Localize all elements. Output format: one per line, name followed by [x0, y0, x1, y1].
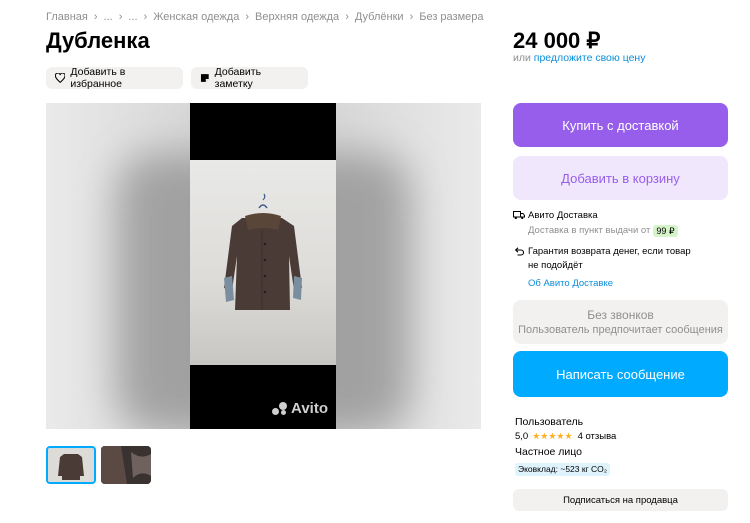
rating-value: 5,0: [515, 431, 529, 442]
add-note-button[interactable]: Добавить заметку: [191, 66, 308, 90]
add-note-label: Добавить заметку: [214, 66, 262, 90]
add-to-favorites-button[interactable]: Добавить в избранное: [46, 66, 183, 90]
write-message-button[interactable]: Написать сообщение: [513, 351, 728, 397]
truck-icon: [513, 211, 525, 220]
no-calls-title: Без звонков: [587, 308, 654, 322]
offer-price-link[interactable]: предложите свою цену: [534, 52, 646, 64]
thumbnail-image: [101, 446, 151, 484]
breadcrumb: Главная › ... › ... › Женская одежда › В…: [46, 11, 484, 23]
delivery-title: Авито Доставка: [528, 210, 598, 221]
breadcrumb-item-no-size[interactable]: Без размера: [419, 11, 483, 23]
guarantee-text-line1: Гарантия возврата денег, если товар: [528, 246, 691, 257]
breadcrumb-separator-icon: ›: [143, 11, 148, 23]
pickup-delivery-text: Доставка в пункт выдачи от: [528, 225, 651, 236]
main-photo-image: [190, 160, 336, 365]
subscribe-to-seller-button[interactable]: Подписаться на продавца: [513, 489, 728, 511]
breadcrumb-item-home[interactable]: Главная: [46, 11, 88, 23]
seller-rating[interactable]: 5,0 ★★★★★ 4 отзыва: [515, 431, 616, 442]
seller-kind: Частное лицо: [515, 446, 583, 458]
rating-stars-icon: ★★★★★: [532, 431, 573, 441]
price: 24 000 ₽: [513, 28, 601, 53]
guarantee-row: Гарантия возврата денег, если товар не п…: [513, 245, 691, 273]
delivery-title-row: Авито Доставка: [513, 210, 598, 221]
breadcrumb-separator-icon: ›: [93, 11, 98, 23]
page-title: Дубленка: [46, 28, 150, 53]
reviews-count[interactable]: 4 отзыва: [578, 431, 617, 442]
avito-watermark-text: Avito: [291, 400, 328, 417]
breadcrumb-item-womens-clothing[interactable]: Женская одежда: [153, 11, 239, 23]
seller-type[interactable]: Пользователь: [515, 416, 583, 428]
breadcrumb-separator-icon: ›: [409, 11, 414, 23]
gallery-thumbnail-2[interactable]: [101, 446, 151, 484]
guarantee-text-line2: не подойдёт: [528, 260, 583, 271]
add-to-cart-button[interactable]: Добавить в корзину: [513, 156, 728, 200]
breadcrumb-item-collapsed[interactable]: ...: [104, 11, 113, 23]
breadcrumb-separator-icon: ›: [118, 11, 123, 23]
eco-badge[interactable]: Эковклад: ~523 кг CO₂: [515, 463, 611, 476]
coat-image: [224, 193, 302, 310]
breadcrumb-separator-icon: ›: [245, 11, 249, 23]
breadcrumb-item-sheepskin-coats[interactable]: Дублёнки: [355, 11, 404, 23]
heart-icon: [55, 73, 66, 83]
thumbnail-image: [48, 448, 94, 482]
avito-logo-icon: [272, 401, 288, 416]
breadcrumb-item-collapsed[interactable]: ...: [128, 11, 137, 23]
pickup-delivery-row: Доставка в пункт выдачи от 99 ₽: [528, 225, 678, 237]
note-icon: [200, 74, 209, 82]
about-delivery-link[interactable]: Об Авито Доставке: [528, 278, 613, 289]
avito-watermark: Avito: [272, 400, 328, 417]
buy-with-delivery-button[interactable]: Купить с доставкой: [513, 103, 728, 147]
main-photo[interactable]: Avito: [190, 103, 336, 429]
offer-prefix: или: [513, 52, 531, 64]
offer-price-line: или предложите свою цену: [513, 52, 645, 64]
return-arrow-icon: [514, 247, 525, 256]
add-to-favorites-label: Добавить в избранное: [70, 66, 126, 90]
breadcrumb-item-outerwear[interactable]: Верхняя одежда: [255, 11, 339, 23]
gallery-thumbnail-1[interactable]: [46, 446, 96, 484]
breadcrumb-separator-icon: ›: [345, 11, 349, 23]
no-calls-subtitle: Пользователь предпочитает сообщения: [518, 324, 723, 336]
pickup-price-badge: 99 ₽: [653, 225, 678, 237]
photo-gallery[interactable]: Avito: [46, 103, 481, 429]
no-calls-button[interactable]: Без звонков Пользователь предпочитает со…: [513, 300, 728, 344]
